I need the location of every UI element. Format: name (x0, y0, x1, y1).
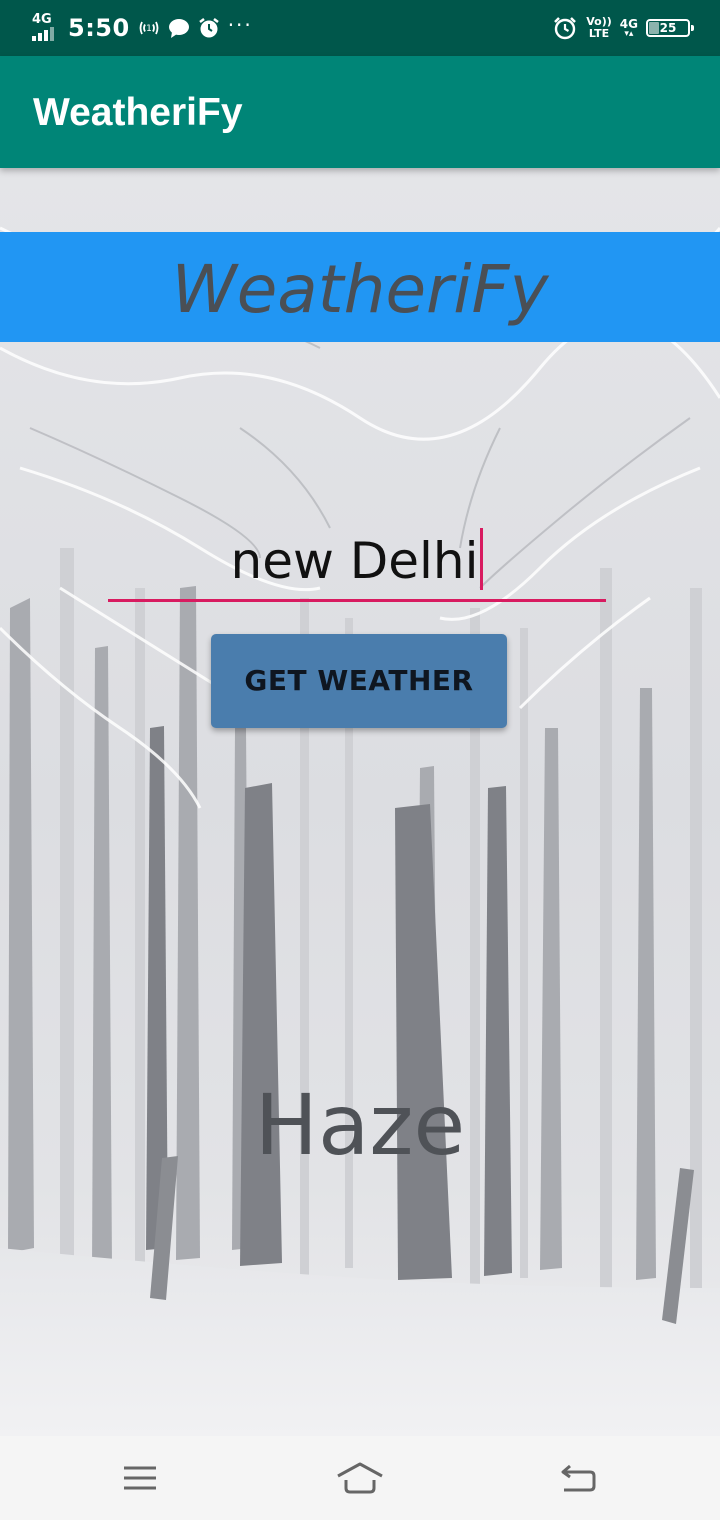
lte-label: LTE (588, 27, 610, 40)
app-banner: WeatheriFy (0, 232, 720, 342)
app-bar: WeatheriFy (0, 56, 720, 168)
home-icon[interactable] (330, 1454, 390, 1502)
data-network-label: 4G (619, 16, 638, 31)
text-cursor (480, 528, 484, 590)
data-network-indicator: 4G ▾▴ (620, 18, 638, 39)
battery-level: 25 (659, 21, 677, 35)
network-type-label: 4G (32, 12, 52, 27)
data-arrows-icon: ▾▴ (624, 28, 634, 39)
banner-title: WeatheriFy (171, 251, 549, 328)
city-input-field[interactable]: new Delhi (108, 528, 606, 593)
signal-icon: 4G (30, 13, 60, 43)
chat-icon (168, 17, 190, 39)
hotspot-icon: 1 (138, 17, 160, 39)
get-weather-button[interactable]: GET WEATHER (211, 634, 507, 728)
volte-indicator: Vo)) LTE (586, 16, 612, 40)
alarm-clock-icon (552, 15, 578, 41)
weather-result-text: Haze (254, 1076, 466, 1174)
back-icon[interactable] (550, 1454, 610, 1502)
status-bar-left: 4G 5:50 1 ··· (30, 10, 253, 46)
app-bar-title: WeatheriFy (33, 91, 243, 134)
menu-icon[interactable] (110, 1454, 170, 1502)
city-input-underline (108, 599, 606, 602)
city-input[interactable]: new Delhi (108, 522, 606, 602)
status-time: 5:50 (68, 14, 130, 42)
alarm-icon (198, 17, 220, 39)
more-icon: ··· (227, 13, 253, 37)
status-bar-right: Vo)) LTE 4G ▾▴ 25 (552, 12, 694, 44)
snowy-forest-background (0, 168, 720, 1436)
navigation-bar (0, 1436, 720, 1520)
status-bar: 4G 5:50 1 ··· Vo)) LTE 4G ▾▴ 25 (0, 0, 720, 56)
battery-icon: 25 (646, 19, 694, 37)
weatherify-screen: 4G 5:50 1 ··· Vo)) LTE 4G ▾▴ 25 Weatheri… (0, 0, 720, 1520)
svg-text:1: 1 (146, 24, 152, 34)
city-input-value: new Delhi (230, 532, 479, 590)
